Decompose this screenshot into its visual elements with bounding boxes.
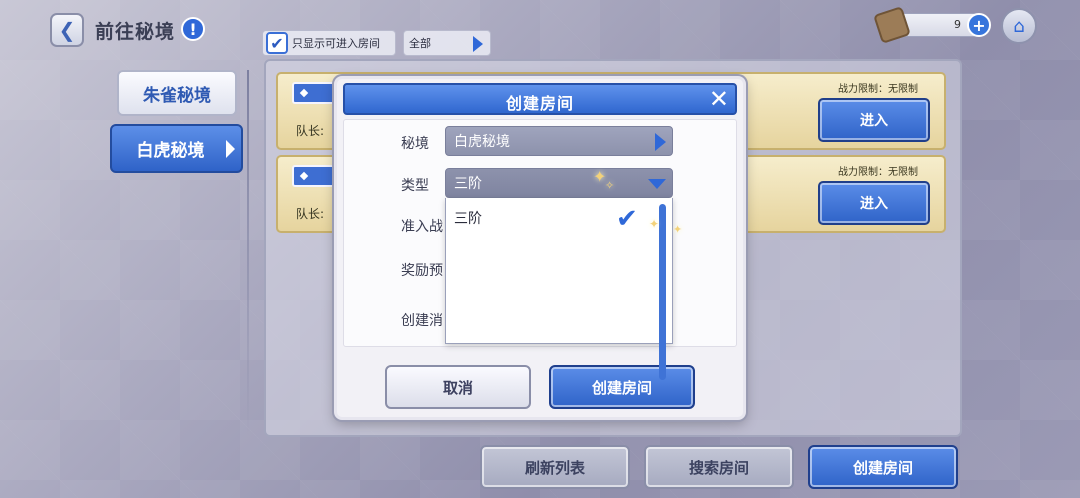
dialog-title: 创建房间: [505, 94, 574, 113]
cancel-button[interactable]: 取消: [385, 365, 531, 409]
tab-zhuque[interactable]: 朱雀秘境: [117, 70, 237, 116]
refresh-list-button[interactable]: 刷新列表: [480, 445, 630, 489]
enter-button[interactable]: 进入: [818, 98, 930, 142]
currency-display: 9 +: [873, 6, 991, 44]
tab-label: 朱雀秘境: [143, 85, 211, 106]
filter-checkbox-row[interactable]: ✔ 只显示可进入房间: [262, 30, 396, 56]
type-select[interactable]: 三阶: [445, 168, 673, 198]
cost-label: 创建消: [401, 313, 443, 329]
sparkle-icon: ✦: [649, 217, 660, 231]
close-icon[interactable]: ✕: [709, 86, 729, 112]
exclamation-icon[interactable]: !: [181, 17, 205, 41]
filter-select-value: 全部: [409, 37, 431, 50]
add-currency-button[interactable]: +: [967, 13, 991, 37]
home-icon: ⌂: [1013, 15, 1025, 37]
create-room-dialog: 创建房间 ✕ 秘境 白虎秘境 类型 三阶 准入战 奖励预 创建消 取消 创建房间…: [334, 76, 746, 420]
search-room-button[interactable]: 搜索房间: [644, 445, 794, 489]
filter-select[interactable]: 全部: [403, 30, 491, 56]
divider: [247, 70, 249, 436]
realm-select[interactable]: 白虎秘境: [445, 126, 673, 156]
power-limit: 战力限制：无限制: [838, 84, 918, 95]
home-button[interactable]: ⌂: [1001, 8, 1037, 44]
scrollbar[interactable]: [659, 204, 666, 380]
triangle-right-icon: [226, 140, 235, 158]
room-leader-label: 队长:: [296, 124, 325, 138]
type-label: 类型: [401, 178, 429, 194]
tab-label: 白虎秘境: [136, 141, 205, 161]
page-title: 前往秘境: [95, 21, 176, 43]
create-room-button[interactable]: 创建房间: [808, 445, 958, 489]
triangle-right-icon: [473, 36, 483, 52]
reward-label: 奖励预: [401, 263, 443, 279]
dropdown-option[interactable]: 三阶: [454, 208, 482, 228]
currency-count: 9: [954, 18, 961, 31]
checkmark-icon: ✔: [616, 204, 638, 234]
chevron-left-icon: ❮: [58, 18, 76, 42]
realm-value: 白虎秘境: [454, 134, 510, 150]
sparkle-icon: ✧: [605, 179, 615, 192]
triangle-right-icon: [655, 133, 666, 151]
checkbox[interactable]: ✔: [266, 32, 288, 54]
triangle-down-icon: [648, 179, 666, 189]
room-leader-label: 队长:: [296, 207, 325, 221]
sparkle-icon: ✦: [673, 223, 683, 236]
filter-checkbox-label: 只显示可进入房间: [292, 37, 380, 50]
power-limit: 战力限制：无限制: [838, 167, 918, 178]
enter-button[interactable]: 进入: [818, 181, 930, 225]
realm-label: 秘境: [401, 136, 429, 152]
power-label: 准入战: [401, 219, 443, 235]
type-value: 三阶: [454, 176, 482, 192]
type-dropdown-list: 三阶 ✔: [445, 198, 673, 380]
back-button[interactable]: ❮: [50, 13, 84, 47]
dialog-header: 创建房间 ✕: [343, 83, 737, 115]
confirm-create-button[interactable]: 创建房间: [549, 365, 695, 409]
tab-baihu[interactable]: 白虎秘境: [110, 124, 243, 173]
